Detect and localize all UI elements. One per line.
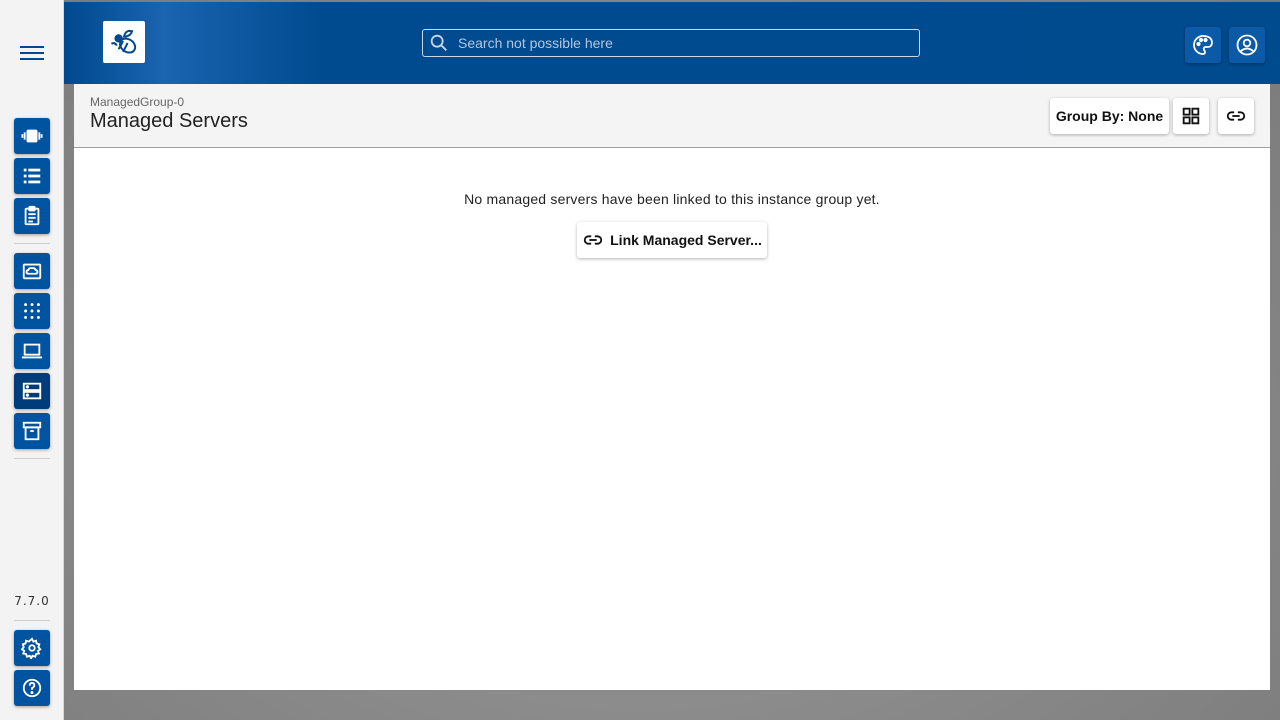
bee-logo-icon[interactable] bbox=[103, 21, 145, 63]
version-label: 7.7.0 bbox=[14, 594, 50, 608]
link-managed-server-button[interactable]: Link Managed Server... bbox=[577, 222, 767, 258]
breadcrumb: ManagedGroup-0 bbox=[90, 95, 185, 109]
link-icon bbox=[1226, 111, 1246, 121]
top-bar bbox=[64, 2, 1280, 84]
link-managed-server-label: Link Managed Server... bbox=[610, 232, 762, 248]
side-navigation: 7.7.0 bbox=[0, 0, 64, 720]
link-button[interactable] bbox=[1218, 98, 1254, 134]
page-header: ManagedGroup-0 Managed Servers Group By:… bbox=[74, 84, 1270, 148]
archive-icon[interactable] bbox=[14, 413, 50, 449]
link-icon bbox=[583, 235, 603, 245]
carousel-icon[interactable] bbox=[14, 118, 50, 154]
nav-divider bbox=[14, 243, 50, 244]
empty-state-message: No managed servers have been linked to t… bbox=[464, 191, 880, 207]
grid-view-button[interactable] bbox=[1173, 98, 1209, 134]
help-icon[interactable] bbox=[14, 670, 50, 706]
clipboard-icon[interactable] bbox=[14, 198, 50, 234]
main-panel: ManagedGroup-0 Managed Servers Group By:… bbox=[74, 84, 1270, 690]
list-icon[interactable] bbox=[14, 158, 50, 194]
search-input[interactable] bbox=[456, 34, 900, 52]
laptop-icon[interactable] bbox=[14, 333, 50, 369]
group-by-button[interactable]: Group By: None bbox=[1050, 98, 1169, 134]
nav-divider bbox=[14, 620, 50, 621]
apps-grid-icon[interactable] bbox=[14, 293, 50, 329]
page-title: Managed Servers bbox=[90, 110, 248, 132]
servers-icon[interactable] bbox=[14, 373, 50, 409]
cloud-drive-icon[interactable] bbox=[14, 253, 50, 289]
search-icon bbox=[430, 34, 447, 51]
nav-divider bbox=[14, 458, 50, 459]
palette-icon[interactable] bbox=[1185, 27, 1221, 63]
menu-icon[interactable] bbox=[18, 42, 46, 66]
account-icon[interactable] bbox=[1229, 27, 1265, 63]
search-box[interactable] bbox=[422, 29, 920, 57]
gear-icon[interactable] bbox=[14, 630, 50, 666]
grid-view-icon bbox=[1182, 107, 1200, 125]
